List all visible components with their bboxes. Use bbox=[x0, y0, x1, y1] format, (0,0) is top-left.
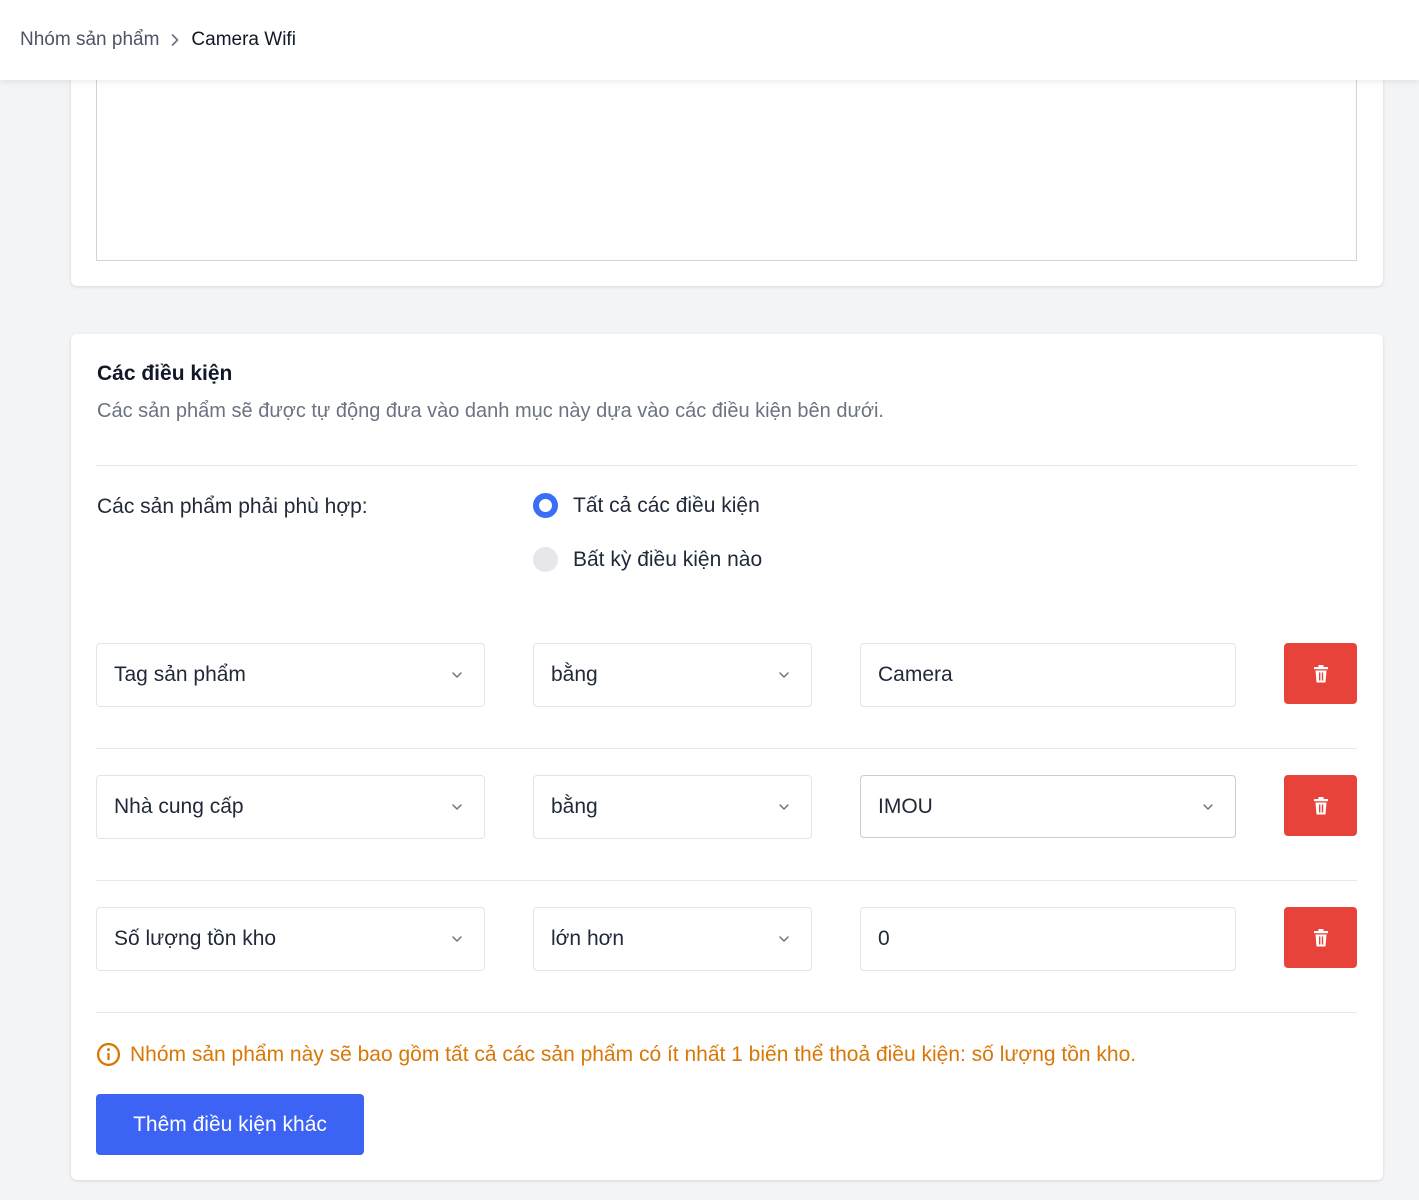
chevron-down-icon bbox=[779, 672, 789, 678]
chevron-down-icon bbox=[779, 936, 789, 942]
chevron-right-icon bbox=[168, 33, 182, 47]
breadcrumb-current: Camera Wifi bbox=[191, 29, 296, 50]
divider bbox=[96, 880, 1357, 881]
divider bbox=[96, 1012, 1357, 1013]
chevron-down-icon bbox=[1203, 803, 1213, 810]
radio-unchecked-icon[interactable] bbox=[533, 547, 558, 572]
radio-label-all: Tất cả các điều kiện bbox=[573, 493, 760, 517]
condition-field-select[interactable]: Số lượng tồn kho bbox=[96, 907, 485, 971]
condition-value-input[interactable]: Camera bbox=[860, 643, 1236, 707]
chevron-down-icon bbox=[452, 936, 462, 942]
condition-operator-value: bằng bbox=[551, 795, 598, 818]
radio-option-all[interactable]: Tất cả các điều kiện bbox=[533, 493, 760, 518]
delete-condition-button[interactable] bbox=[1284, 775, 1357, 836]
condition-field-select[interactable]: Nhà cung cấp bbox=[96, 775, 485, 839]
conditions-description: Các sản phẩm sẽ được tự động đưa vào dan… bbox=[97, 400, 884, 422]
condition-value-text: IMOU bbox=[878, 794, 933, 818]
condition-value-select[interactable]: IMOU bbox=[860, 775, 1236, 838]
condition-field-value: Tag sản phẩm bbox=[114, 663, 246, 686]
delete-condition-button[interactable] bbox=[1284, 907, 1357, 968]
trash-icon bbox=[1313, 664, 1328, 682]
radio-option-any[interactable]: Bất kỳ điều kiện nào bbox=[533, 547, 762, 572]
condition-operator-select[interactable]: bằng bbox=[533, 775, 812, 839]
condition-field-value: Nhà cung cấp bbox=[114, 795, 244, 818]
radio-label-any: Bất kỳ điều kiện nào bbox=[573, 547, 763, 571]
condition-operator-select[interactable]: lớn hơn bbox=[533, 907, 812, 971]
divider bbox=[96, 465, 1357, 466]
condition-value-input[interactable]: 0 bbox=[860, 907, 1236, 971]
add-condition-button[interactable]: Thêm điều kiện khác bbox=[96, 1094, 364, 1155]
radio-checked-icon[interactable] bbox=[533, 493, 558, 518]
warning-text: Nhóm sản phẩm này sẽ bao gồm tất cả các … bbox=[130, 1042, 1137, 1066]
trash-icon bbox=[1313, 928, 1328, 946]
breadcrumb: Nhóm sản phẩm Camera Wifi bbox=[20, 29, 296, 51]
condition-warning: Nhóm sản phẩm này sẽ bao gồm tất cả các … bbox=[96, 1042, 1136, 1067]
conditions-card: Các điều kiện Các sản phẩm sẽ được tự độ… bbox=[71, 334, 1383, 1180]
condition-operator-value: bằng bbox=[551, 663, 598, 686]
condition-operator-value: lớn hơn bbox=[551, 927, 625, 950]
trash-icon bbox=[1313, 796, 1328, 814]
info-circle-icon bbox=[96, 1042, 121, 1067]
conditions-title: Các điều kiện bbox=[97, 362, 233, 385]
delete-condition-button[interactable] bbox=[1284, 643, 1357, 704]
condition-value-text: Camera bbox=[878, 663, 953, 686]
match-label: Các sản phẩm phải phù hợp: bbox=[97, 495, 368, 518]
chevron-down-icon bbox=[452, 804, 462, 810]
condition-operator-select[interactable]: bằng bbox=[533, 643, 812, 707]
divider bbox=[96, 748, 1357, 749]
condition-field-select[interactable]: Tag sản phẩm bbox=[96, 643, 485, 707]
condition-value-text: 0 bbox=[878, 927, 890, 950]
chevron-down-icon bbox=[452, 672, 462, 678]
chevron-down-icon bbox=[779, 804, 789, 810]
condition-field-value: Số lượng tồn kho bbox=[114, 927, 277, 950]
top-bar: Nhóm sản phẩm Camera Wifi bbox=[0, 0, 1419, 80]
breadcrumb-parent-link[interactable]: Nhóm sản phẩm bbox=[20, 29, 159, 51]
